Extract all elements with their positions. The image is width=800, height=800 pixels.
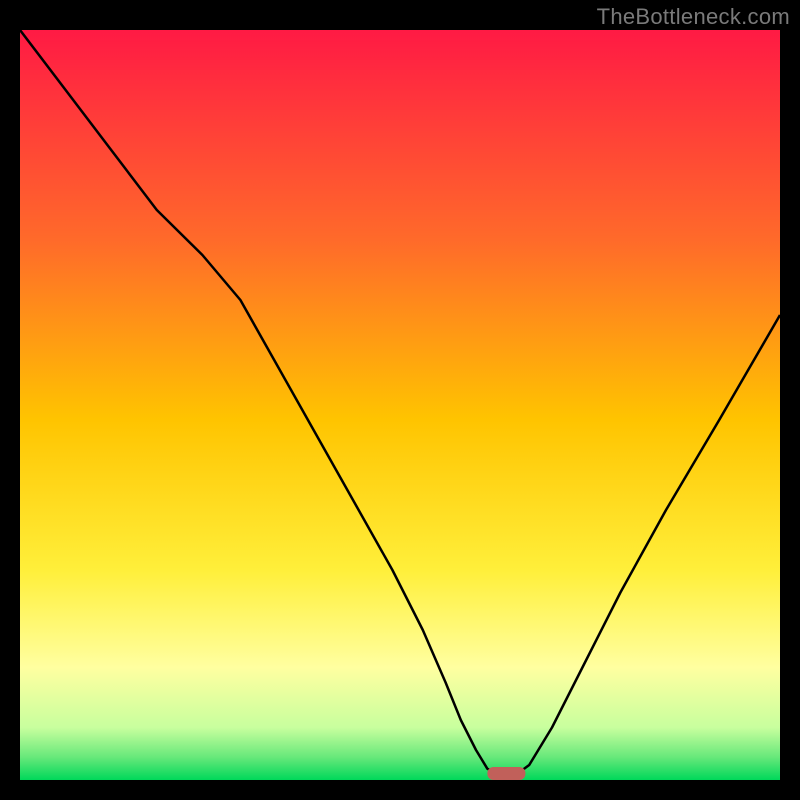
- attribution-watermark: TheBottleneck.com: [597, 4, 790, 30]
- gradient-background: [20, 30, 780, 780]
- optimal-marker: [487, 767, 525, 780]
- chart-frame: TheBottleneck.com: [0, 0, 800, 800]
- chart-svg: [20, 30, 780, 780]
- chart-plot-area: [20, 30, 780, 780]
